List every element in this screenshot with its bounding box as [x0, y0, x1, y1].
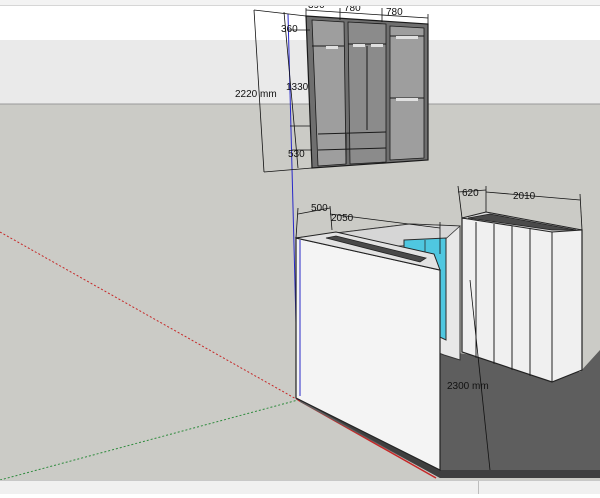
dim-label-1330: 1330 [286, 82, 309, 93]
dim-label-530: 530 [288, 149, 305, 160]
dim-label-360: 360 [281, 24, 298, 35]
dim-label-2010: 2010 [513, 191, 536, 202]
cabinet-section-right [389, 25, 425, 161]
scene-canvas[interactable]: 390 780 780 360 2220 mm 1330 530 500 205… [0, 0, 600, 493]
hanger-rail [353, 44, 365, 47]
dim-label-2220: 2220 mm [235, 89, 277, 100]
window-top-border [0, 0, 600, 6]
dim-label-780-b: 780 [386, 7, 403, 18]
hanger-rail [371, 44, 383, 47]
dim-label-620: 620 [462, 188, 479, 199]
dim-label-2050: 2050 [331, 213, 354, 224]
dim-label-500: 500 [311, 203, 328, 214]
dim-label-2300: 2300 mm [447, 381, 489, 392]
hanger-rail [326, 46, 338, 49]
sky-band [0, 40, 600, 104]
cabinet-section-left [311, 19, 347, 167]
hanger-rail [396, 98, 418, 101]
hanger-rail [396, 36, 418, 39]
status-divider [478, 481, 479, 494]
status-bar [0, 480, 600, 494]
model-viewport[interactable]: 390 780 780 360 2220 mm 1330 530 500 205… [0, 0, 600, 493]
cabinet-elevation[interactable] [305, 15, 429, 169]
wardrobe-body [461, 217, 583, 383]
